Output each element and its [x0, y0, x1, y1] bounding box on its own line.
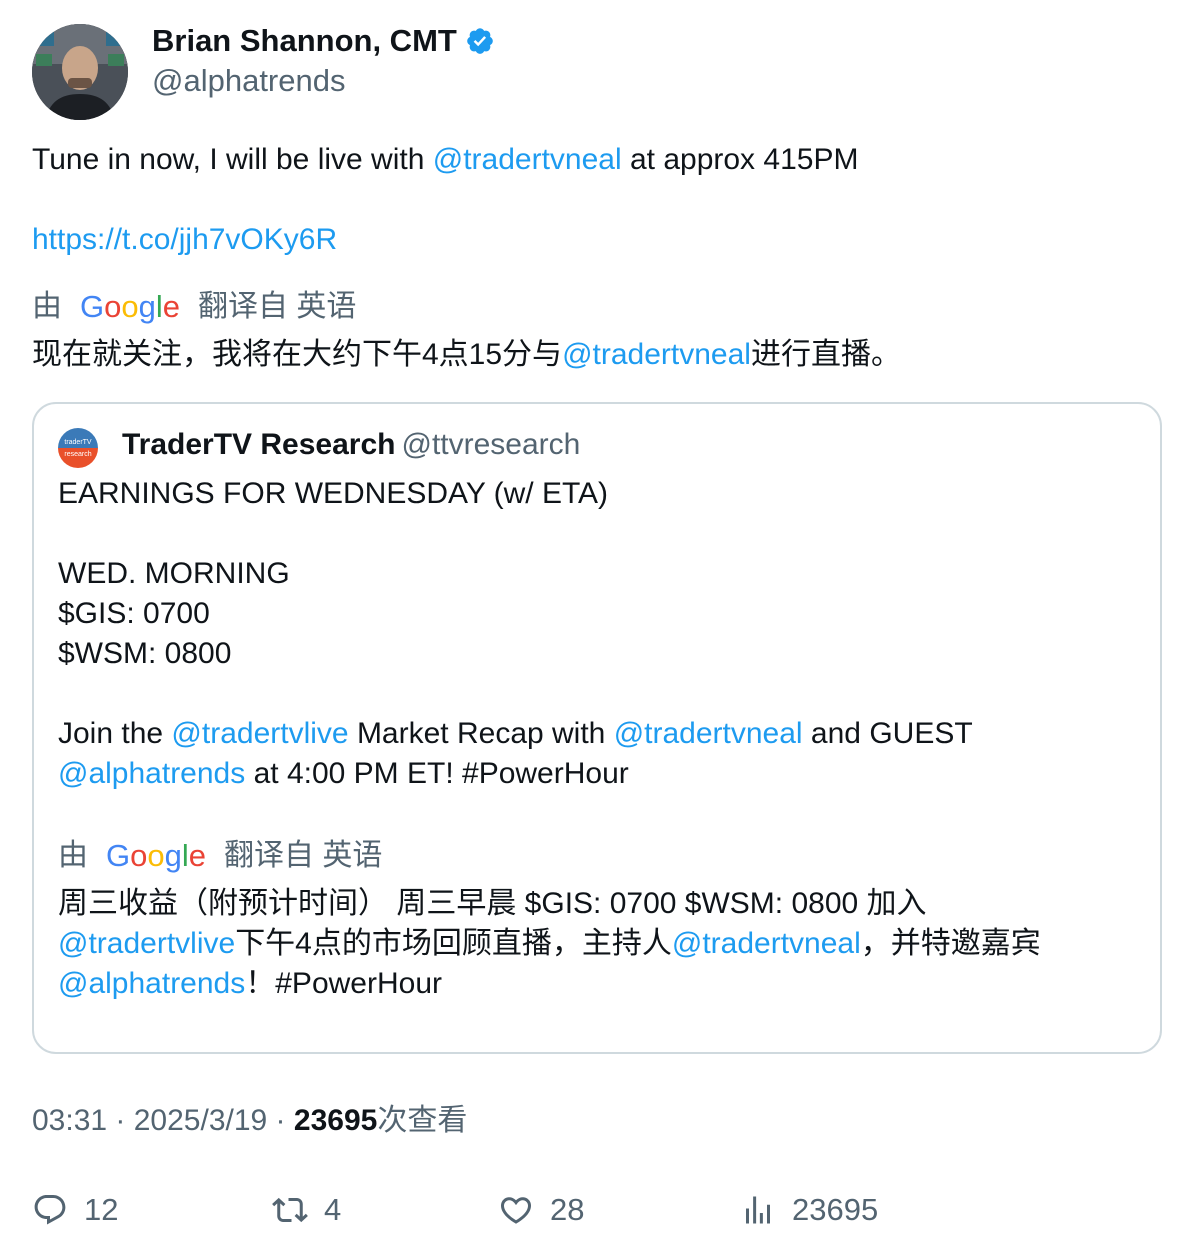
like-button[interactable]: 28 — [498, 1186, 584, 1234]
translation-part-2: 进行直播。 — [750, 338, 901, 371]
quoted-translated-by-prefix: 由 — [58, 839, 88, 872]
quoted-translation-line-1: 周三收益（附预计时间） 周三早晨 $GIS: 0700 $WSM: 0800 加… — [58, 887, 927, 920]
like-count: 28 — [550, 1192, 585, 1227]
avatar-text-top: traderTV — [64, 439, 92, 446]
quoted-line-6: @alphatrends at 4:00 PM ET! #PowerHour — [58, 754, 973, 794]
quoted-line-6-b: at 4:00 PM ET! #PowerHour — [245, 757, 629, 790]
mention-alphatrends-quote[interactable]: @alphatrends — [58, 757, 245, 790]
quoted-translated-by-google[interactable]: 由 Google 翻译自 英语 — [58, 836, 382, 876]
views-button[interactable]: 23695 — [740, 1186, 878, 1234]
quoted-blank-line-1 — [58, 514, 973, 554]
translated-by-prefix: 由 — [32, 290, 62, 323]
analytics-bar-icon — [746, 1196, 770, 1224]
tweet-link[interactable]: https://t.co/jjh7vOKy6R — [32, 220, 858, 260]
quoted-translated-from-label: 翻译自 英语 — [224, 839, 383, 872]
retweet-count: 4 — [324, 1192, 342, 1227]
tweet-translation: 现在就关注，我将在大约下午4点15分与@tradertvneal进行直播。 — [32, 334, 901, 376]
quoted-author-name[interactable]: TraderTV Research — [122, 428, 395, 461]
quoted-line-1: EARNINGS FOR WEDNESDAY (w/ ETA) — [58, 477, 609, 510]
translation-mention-alphatrends[interactable]: @alphatrends — [58, 967, 245, 1000]
tweet-text-before: Tune in now, I will be live with — [32, 143, 433, 176]
tradertv-research-logo-icon: traderTV research — [58, 428, 98, 468]
action-bar: 12 4 28 23695 — [32, 1186, 1172, 1234]
translation-mention-tradertvneal-quote[interactable]: @tradertvneal — [672, 927, 861, 960]
tweet-meta: 03:31 · 2025/3/19 · 23695次查看 — [32, 1100, 467, 1142]
mention-tradertvneal[interactable]: @tradertvneal — [433, 143, 622, 176]
author-name-row[interactable]: Brian Shannon, CMT — [152, 22, 495, 60]
avatar-image — [32, 24, 128, 120]
retweet-icon — [272, 1197, 308, 1223]
quoted-translation-2-c: ，并特邀嘉宾 — [860, 927, 1041, 960]
meta-separator-2: · — [267, 1104, 294, 1137]
google-logo-icon: Google — [106, 839, 206, 873]
view-count-label: 次查看 — [377, 1104, 468, 1137]
quoted-translation-line-3: @alphatrends！#PowerHour — [58, 964, 1041, 1004]
verified-badge-icon — [467, 28, 493, 54]
views-count-action: 23695 — [792, 1192, 879, 1227]
quoted-line-5-a: Join the — [58, 717, 172, 750]
avatar-text-bottom: research — [64, 451, 91, 458]
view-count: 23695 — [293, 1104, 378, 1137]
quoted-line-5: Join the @tradertvlive Market Recap with… — [58, 714, 973, 754]
reply-count: 12 — [84, 1192, 119, 1227]
translation-part-1: 现在就关注，我将在大约下午4点15分与 — [32, 338, 563, 371]
quoted-translation-3-b: ！#PowerHour — [245, 967, 442, 1000]
svg-text:Google: Google — [80, 290, 180, 324]
quoted-tweet-text: EARNINGS FOR WEDNESDAY (w/ ETA) WED. MOR… — [58, 474, 973, 794]
heart-icon — [500, 1197, 532, 1224]
quoted-line-5-b: Market Recap with — [348, 717, 614, 750]
author-handle[interactable]: @alphatrends — [152, 62, 345, 100]
mention-tradertvlive[interactable]: @tradertvlive — [171, 717, 348, 750]
meta-separator-1: · — [107, 1104, 134, 1137]
quoted-translation-2-b: 下午4点的市场回顾直播，主持人 — [235, 927, 672, 960]
tweet-text: Tune in now, I will be live with @trader… — [32, 140, 858, 260]
translation-mention-tradertvlive[interactable]: @tradertvlive — [58, 927, 235, 960]
translated-by-google[interactable]: 由 Google 翻译自 英语 — [32, 287, 356, 327]
tweet-detail: Brian Shannon, CMT @alphatrends Tune in … — [0, 0, 1196, 1256]
svg-text:Google: Google — [106, 839, 206, 873]
translated-from-label: 翻译自 英语 — [198, 290, 357, 323]
tweet-time[interactable]: 03:31 — [32, 1104, 107, 1137]
author-name[interactable]: Brian Shannon, CMT — [152, 22, 457, 60]
translation-mention-tradertvneal[interactable]: @tradertvneal — [562, 338, 751, 371]
quoted-line-2: WED. MORNING — [58, 557, 290, 590]
quoted-author-row[interactable]: TraderTV Research @ttvresearch — [122, 424, 580, 466]
reply-icon — [34, 1195, 66, 1225]
quoted-translation-line-2: @tradertvlive下午4点的市场回顾直播，主持人@tradertvnea… — [58, 924, 1041, 964]
quoted-author-handle[interactable]: @ttvresearch — [401, 428, 580, 461]
quoted-tweet-translation: 周三收益（附预计时间） 周三早晨 $GIS: 0700 $WSM: 0800 加… — [58, 884, 1041, 1004]
quoted-tweet-card[interactable]: traderTV research TraderTV Research @ttvr… — [32, 402, 1162, 1054]
retweet-button[interactable]: 4 — [272, 1186, 341, 1234]
tweet-line-1: Tune in now, I will be live with @trader… — [32, 140, 858, 180]
quoted-blank-line-2 — [58, 674, 973, 714]
tweet-text-after: at approx 415PM — [621, 143, 859, 176]
tweet-date[interactable]: 2025/3/19 — [134, 1104, 267, 1137]
quoted-line-5-c: and GUEST — [802, 717, 973, 750]
quoted-author-avatar[interactable]: traderTV research — [58, 428, 98, 468]
author-avatar[interactable] — [32, 24, 128, 120]
mention-tradertvneal-quote[interactable]: @tradertvneal — [614, 717, 803, 750]
quoted-line-3: $GIS: 0700 — [58, 597, 210, 630]
google-logo-icon: Google — [80, 290, 180, 324]
quoted-line-4: $WSM: 0800 — [58, 637, 232, 670]
reply-button[interactable]: 12 — [32, 1186, 118, 1234]
